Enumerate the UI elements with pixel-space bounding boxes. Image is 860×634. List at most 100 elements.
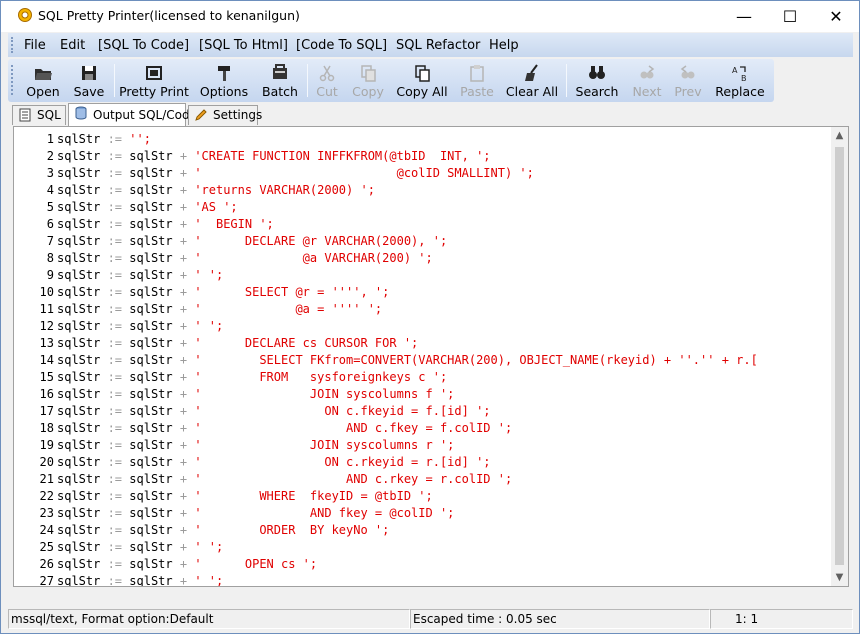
plus-operator: + bbox=[172, 166, 195, 180]
operator: := bbox=[100, 574, 130, 587]
menu-file[interactable]: File bbox=[24, 38, 46, 53]
vertical-scrollbar[interactable]: ▲ ▼ bbox=[831, 127, 848, 586]
plus-operator: + bbox=[172, 234, 195, 248]
pretty-print-button[interactable]: Pretty Print bbox=[118, 61, 190, 100]
save-button[interactable]: Save bbox=[66, 61, 112, 100]
batch-label: Batch bbox=[262, 84, 298, 99]
line-text: sqlStr := sqlStr + ' WHERE fkeyID = @tbI… bbox=[57, 488, 433, 505]
string-literal: ' @colID SMALLINT) '; bbox=[194, 166, 534, 180]
line-text: sqlStr := sqlStr + ' ON c.rkeyid = r.[id… bbox=[57, 454, 491, 471]
var-name: sqlStr bbox=[129, 557, 173, 571]
var-name: sqlStr bbox=[129, 336, 173, 350]
operator: := bbox=[100, 302, 130, 316]
tab-strip: SQL Output SQL/Code Settings bbox=[8, 103, 853, 126]
menubar-grip[interactable] bbox=[11, 37, 13, 53]
var-name: sqlStr bbox=[57, 302, 101, 316]
next-button[interactable]: Next bbox=[628, 61, 666, 100]
var-name: sqlStr bbox=[57, 540, 101, 554]
operator: := bbox=[100, 149, 130, 163]
menu-sql-refactor[interactable]: SQL Refactor bbox=[396, 38, 480, 53]
var-name: sqlStr bbox=[57, 370, 101, 384]
search-label: Search bbox=[575, 84, 619, 99]
string-literal: ' AND fkey = @colID '; bbox=[194, 506, 455, 520]
string-literal: 'returns VARCHAR(2000) '; bbox=[194, 183, 375, 197]
toolbar-grip[interactable] bbox=[11, 65, 13, 95]
var-name: sqlStr bbox=[129, 251, 173, 265]
var-name: sqlStr bbox=[129, 285, 173, 299]
tab-sql[interactable]: SQL bbox=[12, 105, 66, 125]
menu-sql-to-code[interactable]: [SQL To Code] bbox=[98, 38, 189, 53]
batch-button[interactable]: Batch bbox=[257, 61, 303, 100]
code-line: 2 sqlStr := sqlStr + 'CREATE FUNCTION INF… bbox=[14, 148, 830, 165]
copy-all-icon bbox=[415, 65, 430, 82]
copy-button[interactable]: Copy bbox=[346, 61, 390, 100]
menu-code-to-sql[interactable]: [Code To SQL] bbox=[296, 38, 387, 53]
operator: := bbox=[100, 472, 130, 486]
scroll-up-icon[interactable]: ▲ bbox=[831, 127, 848, 144]
var-name: sqlStr bbox=[129, 319, 173, 333]
cut-button[interactable]: Cut bbox=[312, 61, 342, 100]
string-literal: ' SELECT FKfrom=CONVERT(VARCHAR(200), OB… bbox=[194, 353, 758, 367]
line-text: sqlStr := sqlStr + ' JOIN syscolumns f '… bbox=[57, 386, 454, 403]
database-icon bbox=[75, 106, 87, 120]
minimize-button[interactable]: — bbox=[721, 1, 767, 32]
menu-help[interactable]: Help bbox=[489, 38, 519, 53]
plus-operator: + bbox=[172, 455, 195, 469]
svg-text:A: A bbox=[732, 66, 738, 75]
cut-label: Cut bbox=[316, 84, 338, 99]
var-name: sqlStr bbox=[129, 506, 173, 520]
plus-operator: + bbox=[172, 200, 195, 214]
code-line: 8 sqlStr := sqlStr + ' @a VARCHAR(200) '; bbox=[14, 250, 830, 267]
paste-button[interactable]: Paste bbox=[458, 61, 496, 100]
code-editor[interactable]: 1 sqlStr := ''; 2 sqlStr := sqlStr + 'CREAT… bbox=[13, 126, 849, 587]
line-text: sqlStr := sqlStr + ' AND c.fkey = f.colI… bbox=[57, 420, 512, 437]
copy-icon bbox=[361, 65, 376, 82]
var-name: sqlStr bbox=[57, 166, 101, 180]
var-name: sqlStr bbox=[57, 506, 101, 520]
scroll-thumb[interactable] bbox=[835, 147, 844, 565]
pretty-print-icon bbox=[146, 66, 162, 80]
line-text: sqlStr := sqlStr + ' FROM sysforeignkeys… bbox=[57, 369, 447, 386]
find-prev-icon bbox=[680, 65, 695, 79]
var-name: sqlStr bbox=[57, 472, 101, 486]
code-line: 7 sqlStr := sqlStr + ' DECLARE @r VARCHAR… bbox=[14, 233, 830, 250]
operator: := bbox=[100, 251, 130, 265]
operator: := bbox=[100, 183, 130, 197]
var-name: sqlStr bbox=[129, 472, 173, 486]
tab-settings[interactable]: Settings bbox=[188, 105, 262, 125]
var-name: sqlStr bbox=[129, 438, 173, 452]
clear-all-label: Clear All bbox=[505, 84, 559, 99]
line-number: 4 bbox=[46, 183, 54, 197]
string-literal: ' DECLARE @r VARCHAR(2000), '; bbox=[194, 234, 448, 248]
code-lines: 1 sqlStr := ''; 2 sqlStr := sqlStr + 'CREAT… bbox=[14, 131, 830, 587]
scroll-down-icon[interactable]: ▼ bbox=[831, 569, 848, 586]
line-number: 27 bbox=[39, 574, 54, 587]
string-literal: ' ON c.fkeyid = f.[id] '; bbox=[194, 404, 491, 418]
close-button[interactable]: ✕ bbox=[813, 1, 859, 32]
status-cursor-position: 1: 1 bbox=[710, 609, 853, 629]
string-literal: ' '; bbox=[194, 319, 224, 333]
line-text: sqlStr := sqlStr + ' '; bbox=[57, 539, 223, 556]
operator: := bbox=[100, 166, 130, 180]
copy-all-button[interactable]: Copy All bbox=[394, 61, 450, 100]
tab-settings-label: Settings bbox=[213, 108, 263, 122]
prev-button[interactable]: Prev bbox=[670, 61, 706, 100]
maximize-button[interactable]: ☐ bbox=[767, 1, 813, 32]
var-name: sqlStr bbox=[57, 234, 101, 248]
options-button[interactable]: Options bbox=[198, 61, 250, 100]
code-line: 23 sqlStr := sqlStr + ' AND fkey = @colID… bbox=[14, 505, 830, 522]
var-name: sqlStr bbox=[129, 183, 173, 197]
menu-edit[interactable]: Edit bbox=[60, 38, 85, 53]
clear-all-button[interactable]: Clear All bbox=[504, 61, 560, 100]
tab-output-sql-code[interactable]: Output SQL/Code bbox=[68, 103, 197, 126]
open-button[interactable]: Open bbox=[20, 61, 66, 100]
status-mode: mssql/text, Format option:Default bbox=[8, 609, 410, 629]
menu-sql-to-html[interactable]: [SQL To Html] bbox=[199, 38, 288, 53]
operator: := bbox=[100, 234, 130, 248]
search-button[interactable]: Search bbox=[571, 61, 623, 100]
var-name: sqlStr bbox=[57, 557, 101, 571]
toolbar-separator bbox=[307, 64, 308, 97]
app-window: SQL Pretty Printer(licensed to kenanilgu… bbox=[0, 0, 860, 634]
replace-button[interactable]: AB Replace bbox=[711, 61, 769, 100]
code-line: 14 sqlStr := sqlStr + ' SELECT FKfrom=CON… bbox=[14, 352, 830, 369]
